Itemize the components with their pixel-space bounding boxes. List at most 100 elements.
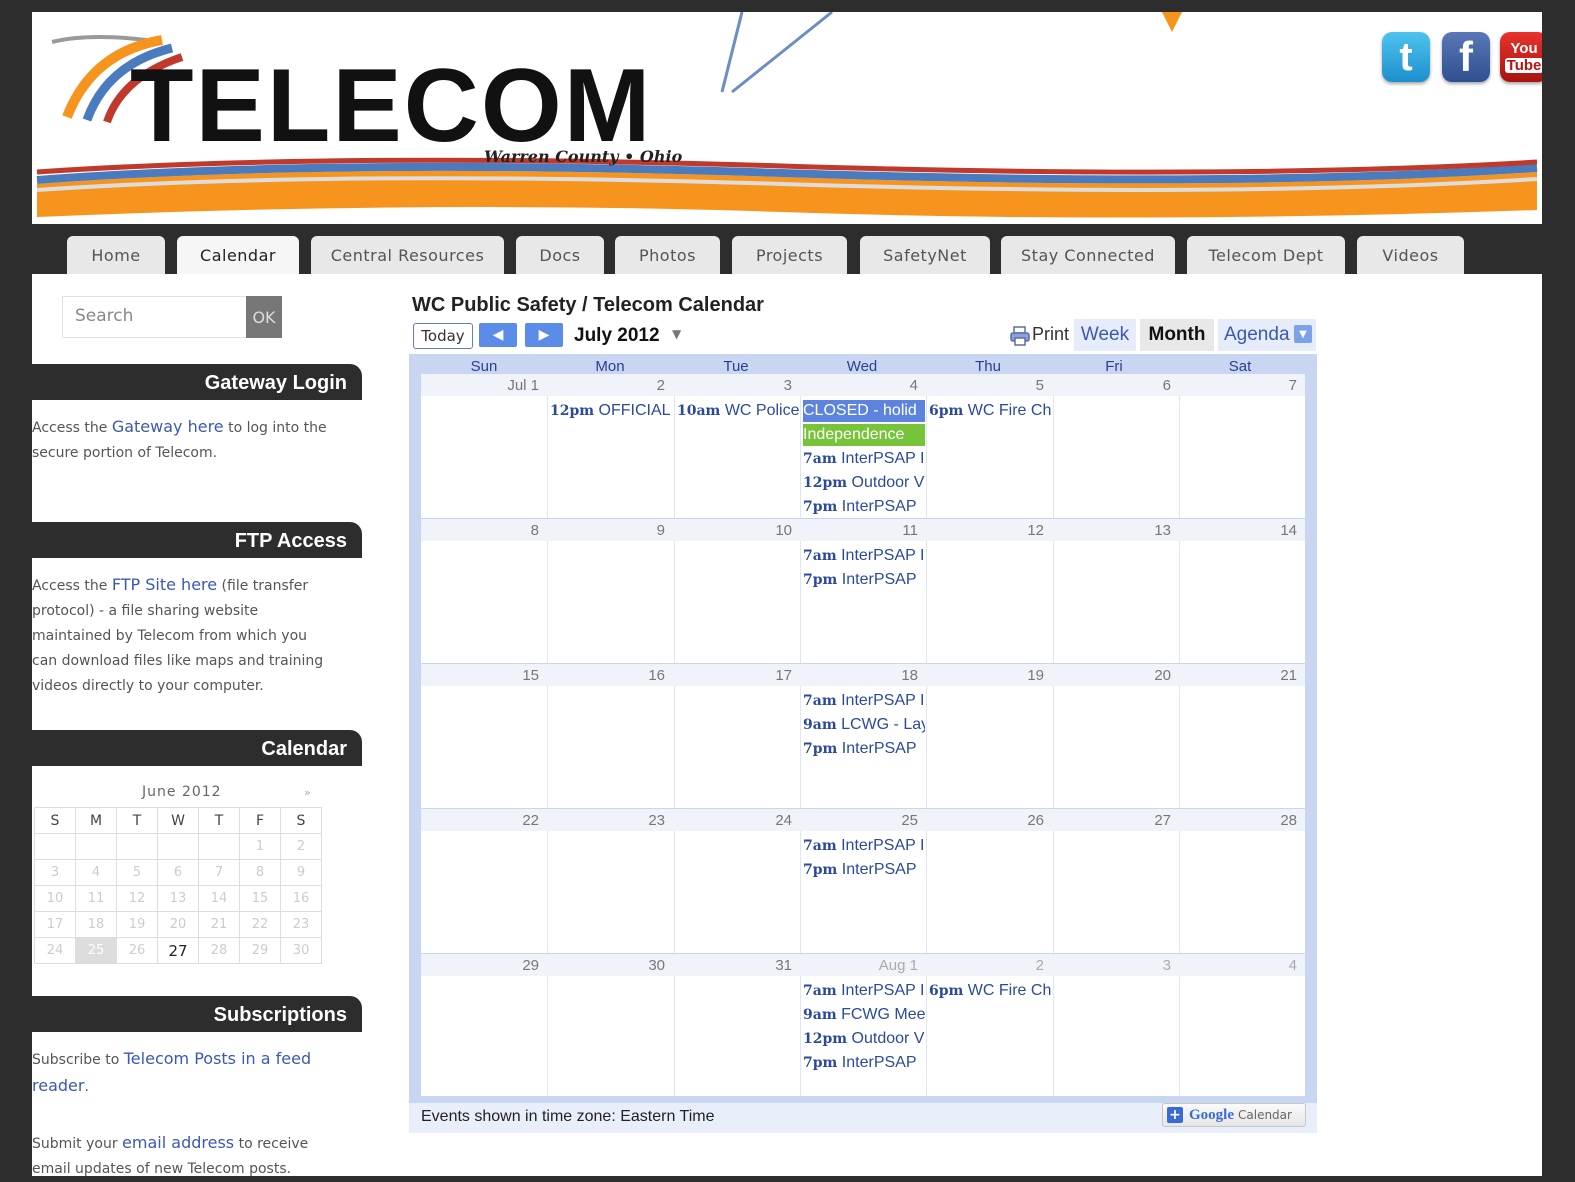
youtube-icon-line1: You <box>1510 40 1538 57</box>
day-number[interactable]: 15 <box>421 667 539 684</box>
day-number[interactable]: 13 <box>1053 522 1171 539</box>
day-number[interactable]: 10 <box>674 522 792 539</box>
calendar-event[interactable]: Independence <box>803 424 925 446</box>
day-number[interactable]: 3 <box>674 377 792 394</box>
mini-calendar-week: 17 18 19 20 21 22 23 <box>34 911 322 938</box>
week-row: 22 23 24 25 26 27 28 <box>421 809 1305 954</box>
day-number[interactable]: 21 <box>1179 667 1297 684</box>
day-number[interactable]: 14 <box>1179 522 1297 539</box>
calendar-event[interactable]: 10am WC Police <box>677 400 799 422</box>
facebook-icon[interactable]: f <box>1442 32 1490 82</box>
tab-telecom-dept[interactable]: Telecom Dept <box>1187 236 1345 274</box>
calendar-event[interactable]: 7pm InterPSAP <box>803 496 925 518</box>
day-number[interactable]: 29 <box>421 957 539 974</box>
day-number[interactable]: 26 <box>926 812 1044 829</box>
current-month-label[interactable]: July 2012 <box>574 325 660 347</box>
day-number[interactable]: 3 <box>1053 957 1171 974</box>
youtube-icon[interactable]: You Tube <box>1500 32 1542 82</box>
mini-day: 23 <box>280 911 322 938</box>
tab-videos[interactable]: Videos <box>1357 236 1464 274</box>
day-number[interactable]: 30 <box>547 957 665 974</box>
day-number[interactable]: 12 <box>926 522 1044 539</box>
tab-photos[interactable]: Photos <box>615 236 720 274</box>
gateway-link[interactable]: Gateway here <box>112 417 224 436</box>
mini-day: 13 <box>157 885 199 912</box>
tab-docs[interactable]: Docs <box>516 236 604 274</box>
email-address-link[interactable]: email address <box>122 1133 234 1152</box>
week-view-tab[interactable]: Week <box>1074 319 1136 351</box>
twitter-icon[interactable]: t <box>1382 32 1430 82</box>
day-number[interactable]: 19 <box>926 667 1044 684</box>
day-number[interactable]: 4 <box>1179 957 1297 974</box>
calendar-event[interactable]: 9am LCWG - Lay <box>803 714 925 736</box>
mini-day: 15 <box>239 885 281 912</box>
event-time: 12pm <box>803 475 848 491</box>
tab-calendar[interactable]: Calendar <box>177 236 299 274</box>
weekday-header-wed: Wed <box>846 358 878 375</box>
day-number[interactable]: 6 <box>1053 377 1171 394</box>
mini-calendar-next[interactable]: » <box>304 786 311 799</box>
calendar-event[interactable]: CLOSED - holid <box>803 400 925 422</box>
ftp-link[interactable]: FTP Site here <box>112 575 217 594</box>
day-number[interactable]: 25 <box>800 812 918 829</box>
today-button[interactable]: Today <box>413 323 473 349</box>
search-input[interactable] <box>73 305 237 327</box>
day-number[interactable]: 2 <box>547 377 665 394</box>
day-number[interactable]: Jul 1 <box>421 377 539 394</box>
month-view-tab[interactable]: Month <box>1140 319 1214 351</box>
day-number[interactable]: 22 <box>421 812 539 829</box>
print-button[interactable]: Print <box>1032 324 1069 345</box>
tab-central-resources[interactable]: Central Resources <box>311 236 504 274</box>
mini-calendar-weekdays: S M T W T F S <box>34 807 322 834</box>
mini-day: 18 <box>75 911 117 938</box>
day-number[interactable]: 7 <box>1179 377 1297 394</box>
day-number[interactable]: 8 <box>421 522 539 539</box>
subscriptions-heading: Subscriptions <box>32 996 362 1032</box>
chevron-down-icon[interactable]: ▼ <box>672 327 681 341</box>
calendar-event[interactable]: 12pm OFFICIAL <box>550 400 672 422</box>
agenda-dropdown-icon[interactable]: ▼ <box>1294 325 1312 343</box>
day-number[interactable]: 31 <box>674 957 792 974</box>
day-number[interactable]: 28 <box>1179 812 1297 829</box>
calendar-event[interactable]: 7am InterPSAP I <box>803 835 925 857</box>
mini-day-highlighted[interactable]: 25 <box>75 937 117 964</box>
day-number[interactable]: 4 <box>800 377 918 394</box>
prev-month-button[interactable]: ◀ <box>479 323 517 347</box>
day-number[interactable]: 20 <box>1053 667 1171 684</box>
logo-subtitle: Warren County • Ohio <box>484 147 683 166</box>
day-number[interactable]: 5 <box>926 377 1044 394</box>
mini-day-linked[interactable]: 27 <box>157 937 199 964</box>
day-number[interactable]: 9 <box>547 522 665 539</box>
day-number[interactable]: 23 <box>547 812 665 829</box>
calendar-event[interactable]: 6pm WC Fire Ch <box>929 980 1051 1002</box>
calendar-event[interactable]: 7am InterPSAP I <box>803 980 925 1002</box>
calendar-event[interactable]: 7pm InterPSAP <box>803 738 925 760</box>
next-month-button[interactable]: ▶ <box>525 323 563 347</box>
calendar-event[interactable]: 7am InterPSAP I <box>803 448 925 470</box>
calendar-event[interactable]: 12pm Outdoor V <box>803 472 925 494</box>
calendar-event[interactable]: 7pm InterPSAP <box>803 569 925 591</box>
calendar-event[interactable]: 9am FCWG Mee <box>803 1004 925 1026</box>
tab-stay-connected[interactable]: Stay Connected <box>1001 236 1175 274</box>
calendar-event[interactable]: 7am InterPSAP I <box>803 690 925 712</box>
tab-projects[interactable]: Projects <box>732 236 847 274</box>
day-number[interactable]: 27 <box>1053 812 1171 829</box>
mini-day: 26 <box>116 937 158 964</box>
day-number[interactable]: Aug 1 <box>800 957 918 974</box>
day-number[interactable]: 16 <box>547 667 665 684</box>
day-number[interactable]: 2 <box>926 957 1044 974</box>
calendar-event[interactable]: 7pm InterPSAP <box>803 1052 925 1074</box>
calendar-event[interactable]: 7pm InterPSAP <box>803 859 925 881</box>
calendar-event[interactable]: 12pm Outdoor V <box>803 1028 925 1050</box>
day-number[interactable]: 18 <box>800 667 918 684</box>
day-number[interactable]: 17 <box>674 667 792 684</box>
day-number[interactable]: 24 <box>674 812 792 829</box>
search-ok-button[interactable]: OK <box>246 296 282 338</box>
tab-safetynet[interactable]: SafetyNet <box>860 236 990 274</box>
calendar-event[interactable]: 6pm WC Fire Ch <box>929 400 1051 422</box>
printer-icon[interactable] <box>1010 326 1030 346</box>
day-number[interactable]: 11 <box>800 522 918 539</box>
tab-home[interactable]: Home <box>67 236 165 274</box>
google-calendar-button[interactable]: + Google Calendar <box>1162 1103 1306 1127</box>
calendar-event[interactable]: 7am InterPSAP I <box>803 545 925 567</box>
